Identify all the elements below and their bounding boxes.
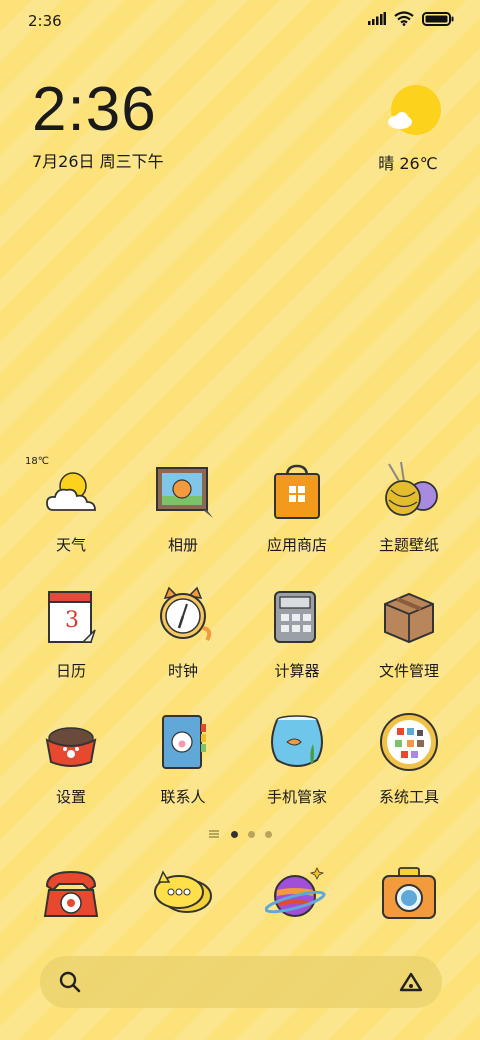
app-label: 系统工具 [378,788,439,806]
search-icon[interactable] [58,970,82,994]
app-contacts[interactable]: 联系人 [128,710,238,807]
app-weather[interactable]: 18℃ 天气 [16,456,126,555]
camera-icon [382,867,436,919]
status-time: 2:36 [28,12,62,30]
app-label: 日历 [55,662,86,680]
wifi-icon [394,11,414,26]
menu-icon[interactable] [208,830,219,838]
planet-icon [264,867,326,917]
weather-icon [46,472,96,511]
app-phone-manager[interactable]: 手机管家 [242,710,352,807]
cat-clock-icon [160,586,212,642]
app-label: 手机管家 [266,788,327,806]
gallery-icon [156,467,213,518]
app-label: 主题壁纸 [378,536,439,554]
calculator-icon [274,591,316,643]
signal-icon [368,12,386,25]
calendar-day: 3 [65,608,79,633]
weather-temp-badge: 18℃ [25,456,49,467]
battery-icon [422,11,454,26]
weather-widget[interactable]: 晴 26℃ [368,84,448,174]
notebook-icon [162,715,206,769]
app-label: 设置 [55,788,86,806]
yarn-icon [385,461,438,516]
search-bar[interactable] [40,956,442,1008]
app-label: 天气 [55,536,86,554]
app-label: 联系人 [160,788,206,806]
app-system-tools[interactable]: 系统工具 [354,710,464,807]
chat-bubble-icon [154,870,212,913]
app-calendar[interactable]: 3 日历 [16,584,126,681]
app-files[interactable]: 文件管理 [354,584,464,681]
fishbowl-icon [271,715,323,767]
assistant-icon[interactable] [398,970,424,994]
app-label: 相册 [167,536,198,554]
page-indicator[interactable] [0,830,480,838]
tools-icon [380,713,438,771]
app-store[interactable]: 应用商店 [242,458,352,555]
app-label: 应用商店 [266,536,327,554]
clock-time: 2:36 [32,75,157,144]
clock-date: 7月26日 周三下午 [32,152,164,171]
phone-icon [43,870,99,917]
dock-camera[interactable] [354,862,464,926]
dock-phone[interactable] [16,862,126,926]
dock-messages[interactable] [128,862,238,926]
clock-widget[interactable]: 2:36 7月26日 周三下午 [32,78,164,172]
app-label: 计算器 [274,662,320,680]
app-clock[interactable]: 时钟 [128,584,238,681]
pet-bowl-icon [45,727,97,767]
page-dot-active[interactable] [230,830,238,838]
dock-browser[interactable] [242,862,352,926]
app-label: 时钟 [167,662,198,680]
status-bar: 2:36 [0,0,480,40]
app-themes[interactable]: 主题壁纸 [354,458,464,555]
app-calculator[interactable]: 计算器 [242,584,352,681]
app-gallery[interactable]: 相册 [128,458,238,555]
app-settings[interactable]: 设置 [16,710,126,807]
box-icon [384,592,434,644]
app-store-icon [274,464,320,519]
page-dot[interactable] [247,830,255,838]
page-dot[interactable] [264,830,272,838]
app-label: 文件管理 [378,662,439,680]
sun-cloud-icon [388,85,441,135]
weather-text: 晴 26℃ [378,154,438,173]
